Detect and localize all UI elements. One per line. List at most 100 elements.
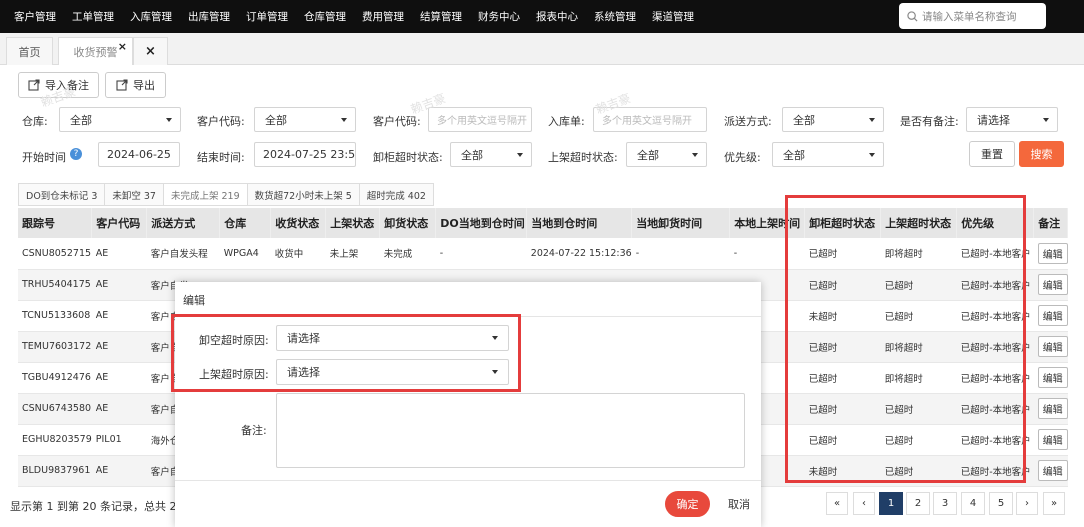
customer-code2-label: 客户代码:	[373, 115, 421, 128]
reset-button[interactable]: 重置	[969, 141, 1015, 167]
edit-row-button[interactable]: 编辑	[1037, 305, 1068, 326]
table-cell: 未完成	[379, 238, 436, 270]
menu-search-input[interactable]: 请输入菜单名称查询	[899, 3, 1046, 29]
warehouse-select[interactable]: 全部	[59, 107, 181, 132]
column-header: 上架状态	[325, 208, 381, 238]
subtab[interactable]: 未卸空 37	[104, 183, 164, 206]
nav-item[interactable]: 工单管理	[72, 9, 114, 24]
note-textarea[interactable]	[276, 393, 745, 468]
page-button[interactable]: 1	[879, 492, 903, 515]
chevron-down-icon	[341, 118, 347, 122]
nav-item[interactable]: 系统管理	[594, 9, 636, 24]
edit-row-button[interactable]: 编辑	[1037, 429, 1068, 450]
customer-code-select[interactable]: 全部	[254, 107, 356, 132]
subtab[interactable]: 数货超72小时未上架 5	[246, 183, 360, 206]
table-cell: 编辑	[1033, 393, 1068, 425]
chevron-down-icon	[517, 153, 523, 157]
table-cell: AE	[91, 331, 147, 363]
subtab[interactable]: 超时完成 402	[358, 183, 434, 206]
inbound-no-input[interactable]: 多个用英文逗号隔开	[593, 107, 707, 132]
table-cell: 编辑	[1033, 362, 1068, 394]
nav-item[interactable]: 出库管理	[188, 9, 230, 24]
edit-row-button[interactable]: 编辑	[1037, 367, 1068, 388]
has-note-select[interactable]: 请选择	[966, 107, 1058, 132]
page-button[interactable]: 2	[906, 492, 930, 515]
page-button[interactable]: «	[826, 492, 848, 515]
priority-value: 全部	[783, 148, 805, 162]
nav-item[interactable]: 入库管理	[130, 9, 172, 24]
edit-row-button[interactable]: 编辑	[1037, 398, 1068, 419]
search-button[interactable]: 搜索	[1019, 141, 1064, 167]
nav-item[interactable]: 结算管理	[420, 9, 462, 24]
edit-row-button[interactable]: 编辑	[1037, 336, 1068, 357]
tab-close-icon[interactable]: ×	[118, 40, 127, 53]
column-header: 当地到仓时间	[526, 208, 633, 238]
start-time-input[interactable]: 2024-06-25	[98, 142, 180, 167]
tab-current-label: 收货预警	[73, 45, 118, 59]
table-cell: WPGA4	[219, 238, 271, 270]
edit-row-button[interactable]: 编辑	[1037, 460, 1068, 481]
chevron-down-icon	[166, 118, 172, 122]
column-header: 仓库	[219, 208, 272, 238]
cancel-button[interactable]: 取消	[717, 491, 761, 517]
help-icon[interactable]: ?	[70, 148, 82, 160]
column-header: 当地卸货时间	[631, 208, 731, 238]
column-header: 卸货状态	[379, 208, 437, 238]
table-cell: 编辑	[1033, 424, 1068, 456]
warehouse-label: 仓库:	[22, 115, 48, 128]
import-note-label: 导入备注	[45, 79, 89, 92]
column-header: 客户代码	[91, 208, 148, 238]
nav-item[interactable]: 财务中心	[478, 9, 520, 24]
dialog-title: 编辑	[183, 294, 205, 307]
shelf-timeout-label: 上架超时状态:	[548, 151, 618, 164]
nav-item[interactable]: 费用管理	[362, 9, 404, 24]
customer-code-label: 客户代码:	[197, 115, 245, 128]
table-cell: AE	[91, 393, 147, 425]
nav-item[interactable]: 仓库管理	[304, 9, 346, 24]
close-tab-button[interactable]: ×	[133, 37, 168, 65]
table-cell: AE	[91, 269, 147, 301]
table-cell: 编辑	[1033, 269, 1068, 301]
highlight-reason-fields	[171, 314, 521, 392]
nav-item[interactable]: 客户管理	[14, 9, 56, 24]
confirm-label: 确定	[676, 498, 699, 511]
close-icon: ×	[145, 44, 156, 59]
export-button[interactable]: 导出	[105, 72, 166, 98]
pagination-summary: 显示第 1 到第 20 条记录，总共 219	[10, 500, 191, 513]
page-tabs: 首页 收货预警 × ×	[0, 33, 1084, 65]
page-button[interactable]: 4	[961, 492, 985, 515]
priority-label: 优先级:	[724, 151, 761, 164]
tab-home[interactable]: 首页	[6, 37, 53, 65]
table-cell: TCNU5133608	[18, 300, 92, 332]
customer-code-input[interactable]: 多个用英文逗号隔开	[428, 107, 532, 132]
edit-row-button[interactable]: 编辑	[1037, 242, 1068, 264]
dispatch-select[interactable]: 全部	[782, 107, 884, 132]
subtab[interactable]: 未完成上架 219	[162, 183, 248, 206]
page-button[interactable]: »	[1043, 492, 1065, 515]
shelf-timeout-select[interactable]: 全部	[626, 142, 707, 167]
note-label: 备注:	[241, 424, 267, 437]
page-button[interactable]: ›	[1016, 492, 1038, 515]
table-cell: 收货中	[270, 238, 326, 270]
unload-timeout-select[interactable]: 全部	[450, 142, 532, 167]
nav-item[interactable]: 订单管理	[246, 9, 288, 24]
import-note-button[interactable]: 导入备注	[18, 72, 99, 98]
dialog-footer-divider	[175, 480, 761, 481]
column-header: 备注	[1033, 208, 1069, 238]
page-button[interactable]: 3	[933, 492, 957, 515]
page-button[interactable]: ‹	[853, 492, 875, 515]
nav-item[interactable]: 报表中心	[536, 9, 578, 24]
priority-select[interactable]: 全部	[772, 142, 884, 167]
search-label: 搜索	[1030, 148, 1053, 161]
tab-receiving-alert[interactable]: 收货预警 ×	[58, 37, 133, 65]
cancel-label: 取消	[728, 498, 750, 511]
end-time-input[interactable]: 2024-07-25 23:59	[254, 142, 356, 167]
edit-row-button[interactable]: 编辑	[1037, 274, 1068, 295]
table-cell: AE	[91, 300, 147, 332]
subtab[interactable]: DO到仓未标记 3	[18, 183, 106, 206]
chevron-down-icon	[692, 153, 698, 157]
table-cell: PIL01	[91, 424, 147, 456]
page-button[interactable]: 5	[989, 492, 1013, 515]
confirm-button[interactable]: 确定	[665, 491, 710, 517]
nav-item[interactable]: 渠道管理	[652, 9, 694, 24]
